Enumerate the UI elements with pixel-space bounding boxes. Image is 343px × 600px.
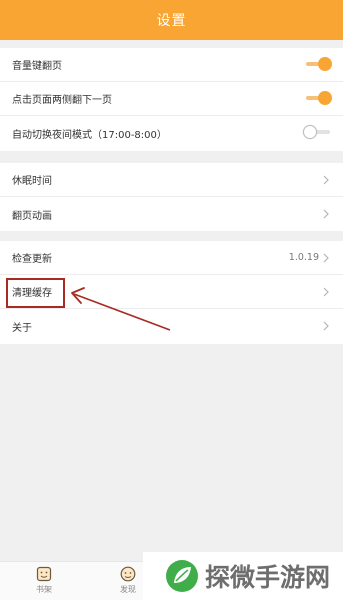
tab-label: 书架 — [36, 585, 52, 594]
chevron-right-icon — [323, 253, 329, 263]
tab-discover[interactable]: 发现 — [108, 566, 148, 600]
settings-row-volume-key-page-turn[interactable]: 音量键翻页 — [0, 48, 343, 82]
annotation-highlight-box — [6, 278, 65, 308]
toggle-knob — [303, 125, 317, 139]
annotation-arrow-icon — [71, 287, 171, 331]
version-value: 1.0.19 — [288, 252, 319, 263]
settings-row-sleep-time[interactable]: 休眠时间 — [0, 163, 343, 197]
auto-night-mode-toggle[interactable] — [303, 124, 332, 140]
watermark-text: 探微手游网 — [205, 563, 331, 592]
row-label: 音量键翻页 — [12, 61, 62, 72]
row-label: 关于 — [12, 322, 32, 334]
row-label: 翻页动画 — [12, 210, 52, 222]
tap-sides-toggle[interactable] — [306, 90, 332, 106]
tab-label: 发现 — [120, 585, 136, 594]
tab-bookshelf[interactable]: 书架 — [24, 566, 64, 600]
chevron-right-icon — [323, 175, 329, 185]
chevron-right-icon — [323, 287, 329, 297]
settings-row-check-update[interactable]: 检查更新 1.0.19 — [0, 241, 343, 275]
discover-icon — [120, 566, 136, 582]
toggle-knob — [318, 57, 332, 71]
general-settings-group: 休眠时间 翻页动画 — [0, 163, 343, 231]
row-label: 检查更新 — [12, 254, 52, 265]
bookshelf-icon — [36, 566, 52, 582]
row-label: 自动切换夜间模式（17:00-8:00） — [12, 129, 167, 141]
reading-settings-group: 音量键翻页 点击页面两侧翻下一页 自动切换夜间模式（17:00-8:00） — [0, 48, 343, 151]
leaf-logo-icon — [166, 560, 198, 592]
chevron-right-icon — [323, 321, 329, 331]
page-title: 设置 — [156, 13, 187, 29]
watermark: 探微手游网 — [143, 552, 343, 600]
row-label: 点击页面两侧翻下一页 — [12, 95, 112, 106]
toggle-knob — [318, 91, 332, 105]
row-label: 休眠时间 — [12, 176, 52, 187]
app-header: 设置 — [0, 0, 343, 40]
settings-row-page-animation[interactable]: 翻页动画 — [0, 197, 343, 231]
volume-key-toggle[interactable] — [306, 56, 332, 72]
settings-row-auto-night-mode[interactable]: 自动切换夜间模式（17:00-8:00） — [0, 116, 343, 150]
settings-row-tap-sides-page-turn[interactable]: 点击页面两侧翻下一页 — [0, 82, 343, 116]
chevron-right-icon — [323, 209, 329, 219]
